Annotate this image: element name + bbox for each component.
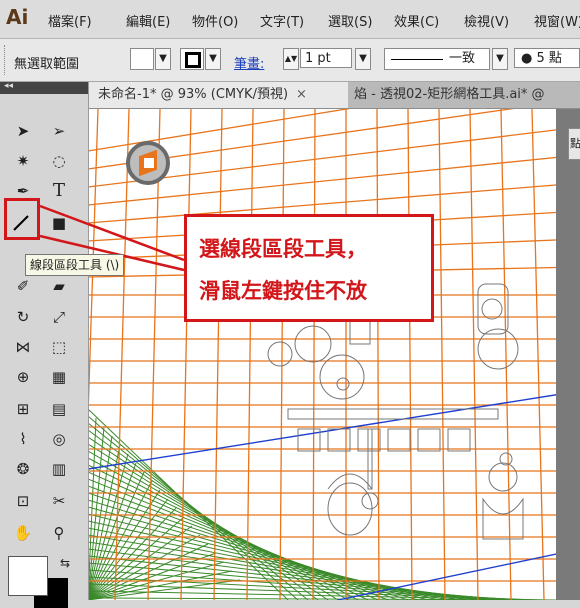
instruction-callout: 選線段區段工具， 滑鼠左鍵按住不放 — [184, 214, 434, 322]
callout-line-1: 選線段區段工具， — [199, 237, 367, 261]
callout-line-2: 滑鼠左鍵按住不放 — [199, 279, 367, 303]
tool-tooltip: 線段區段工具 (\) — [25, 254, 125, 276]
